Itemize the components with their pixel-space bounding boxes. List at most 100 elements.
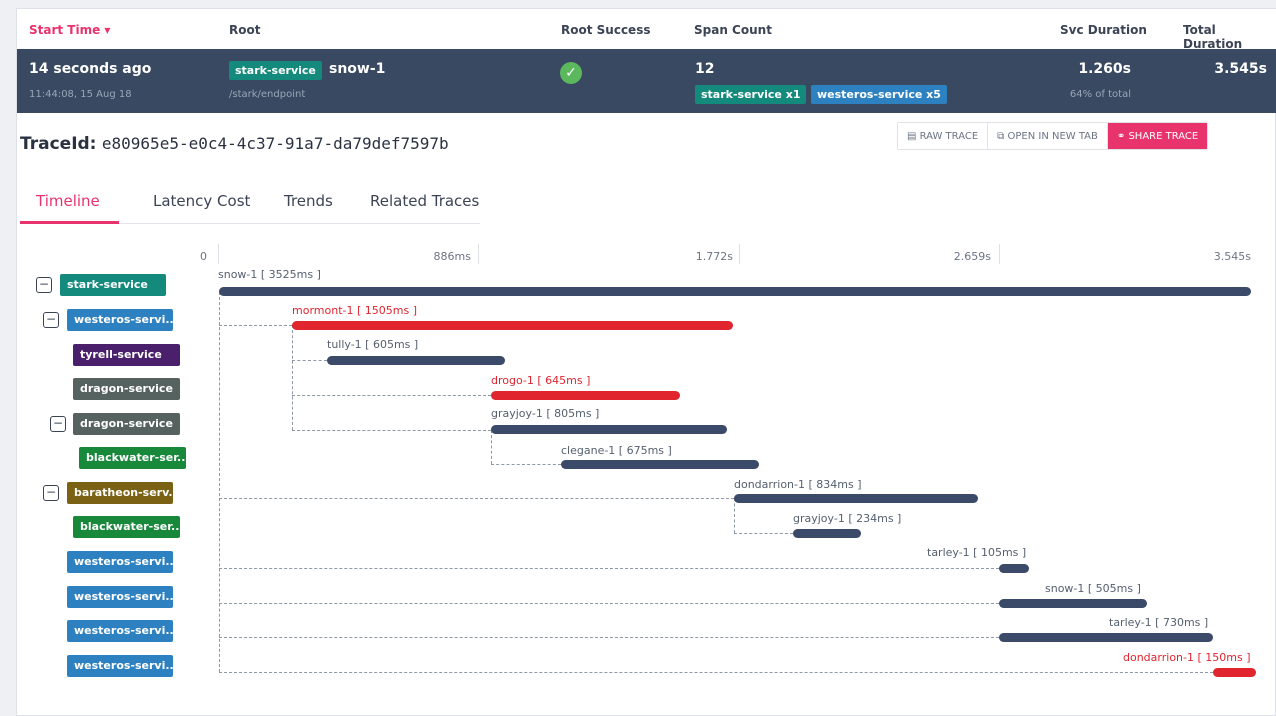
span-label: tarley-1 [ 730ms ]: [1109, 616, 1209, 629]
service-tag[interactable]: stark-service: [60, 274, 166, 296]
span-connector: [491, 430, 492, 464]
svc-duration: 1.260s: [1078, 61, 1131, 77]
total-duration-header: Total Duration: [1183, 23, 1243, 51]
service-tag[interactable]: westeros-servi...: [67, 655, 173, 677]
service-tag[interactable]: westeros-servi...: [67, 620, 173, 642]
span-bar[interactable]: [793, 529, 861, 538]
root-service-tag: stark-service: [229, 61, 322, 80]
link-icon: ⚭: [1116, 131, 1129, 142]
collapse-icon[interactable]: −: [43, 485, 59, 501]
collapse-icon[interactable]: −: [36, 277, 52, 293]
tab-trends[interactable]: Trends: [284, 192, 333, 210]
trace-detail-panel: Start Time ▾ Root Root Success Span Coun…: [16, 8, 1276, 716]
service-tag[interactable]: baratheon-serv...: [67, 482, 173, 504]
span-bar[interactable]: [219, 287, 1251, 296]
svc-percent: 64% of total: [1069, 89, 1131, 100]
share-trace-label: SHARE TRACE: [1128, 131, 1199, 142]
trace-id-value: e80965e5-e0c4-4c37-91a7-da79def7597b: [101, 134, 449, 153]
service-tag[interactable]: dragon-service: [73, 378, 180, 400]
span-bar[interactable]: [1213, 668, 1256, 677]
span-connector: [219, 637, 999, 638]
service-count-tag: westeros-service x5: [811, 85, 947, 104]
span-label: grayjoy-1 [ 234ms ]: [793, 512, 902, 525]
span-bar[interactable]: [491, 391, 680, 400]
ruler-label: 1.772s: [695, 250, 733, 263]
span-connector: [292, 395, 491, 396]
span-bar[interactable]: [561, 460, 759, 469]
span-bar[interactable]: [999, 564, 1029, 573]
span-bar[interactable]: [999, 633, 1213, 642]
service-tag[interactable]: westeros-servi...: [67, 586, 173, 608]
raw-trace-button[interactable]: ▤ RAW TRACE: [898, 123, 989, 149]
service-tag[interactable]: dragon-service: [73, 413, 180, 435]
tab-latency-cost[interactable]: Latency Cost: [153, 192, 250, 210]
span-label: mormont-1 [ 1505ms ]: [292, 304, 417, 317]
span-connector: [219, 603, 999, 604]
span-connector: [219, 498, 734, 499]
database-icon: ▤: [907, 131, 920, 142]
span-label: snow-1 [ 3525ms ]: [218, 268, 321, 281]
span-bar[interactable]: [292, 321, 733, 330]
trace-actions: ▤ RAW TRACE ⧉ OPEN IN NEW TAB ⚭ SHARE TR…: [897, 122, 1209, 150]
span-count: 12: [695, 61, 715, 77]
collapse-icon[interactable]: −: [43, 312, 59, 328]
span-label: drogo-1 [ 645ms ]: [491, 374, 591, 387]
ruler-label: 886ms: [433, 250, 471, 263]
span-label: clegane-1 [ 675ms ]: [561, 444, 672, 457]
start-time-sort-header[interactable]: Start Time ▾: [29, 23, 110, 37]
open-new-tab-button[interactable]: ⧉ OPEN IN NEW TAB: [988, 123, 1108, 149]
span-bar[interactable]: [327, 356, 505, 365]
span-label: dondarrion-1 [ 150ms ]: [1123, 651, 1251, 664]
active-tab-underline: [20, 221, 119, 224]
ruler-tick: [478, 244, 479, 264]
service-tag[interactable]: blackwater-ser...: [79, 447, 186, 469]
span-count-header: Span Count: [694, 23, 772, 37]
service-tag[interactable]: blackwater-ser...: [73, 516, 180, 538]
span-connector: [219, 568, 999, 569]
open-new-tab-label: OPEN IN NEW TAB: [1007, 131, 1098, 142]
service-count-tag: stark-service x1: [695, 85, 807, 104]
span-label: tully-1 [ 605ms ]: [327, 338, 419, 351]
service-tag[interactable]: westeros-servi...: [67, 309, 173, 331]
span-connector: [292, 325, 293, 430]
span-label: grayjoy-1 [ 805ms ]: [491, 407, 600, 420]
table-header: Start Time ▾ Root Root Success Span Coun…: [17, 9, 1276, 51]
span-label: snow-1 [ 505ms ]: [1045, 582, 1141, 595]
span-bar[interactable]: [999, 599, 1147, 608]
trace-summary-row[interactable]: 14 seconds ago 11:44:08, 15 Aug 18 stark…: [17, 49, 1276, 113]
span-bar[interactable]: [491, 425, 727, 434]
ruler-label: 3.545s: [1213, 250, 1251, 263]
collapse-icon[interactable]: −: [50, 416, 66, 432]
check-icon: ✓: [560, 62, 582, 84]
span-bar[interactable]: [734, 494, 978, 503]
tab-related-traces[interactable]: Related Traces: [370, 192, 479, 210]
span-connector: [734, 533, 793, 534]
span-label: dondarrion-1 [ 834ms ]: [734, 478, 862, 491]
service-tag[interactable]: tyrell-service: [73, 344, 180, 366]
span-connector: [734, 498, 735, 533]
trace-id-label: TraceId:: [20, 134, 97, 154]
root-header: Root: [229, 23, 261, 37]
svc-duration-header: Svc Duration: [1060, 23, 1147, 37]
share-trace-button[interactable]: ⚭ SHARE TRACE: [1107, 123, 1208, 149]
tab-timeline[interactable]: Timeline: [36, 192, 100, 210]
span-label: tarley-1 [ 105ms ]: [927, 546, 1027, 559]
span-connector: [219, 292, 220, 672]
service-tag[interactable]: westeros-servi...: [67, 551, 173, 573]
span-connector: [219, 325, 292, 326]
timestamp: 11:44:08, 15 Aug 18: [29, 89, 132, 100]
external-link-icon: ⧉: [997, 131, 1008, 142]
span-connector: [491, 464, 561, 465]
ruler-tick: [218, 244, 219, 264]
trace-id: TraceId: e80965e5-e0c4-4c37-91a7-da79def…: [20, 134, 449, 154]
ruler-tick: [739, 244, 740, 264]
span-connector: [219, 672, 1213, 673]
trace-tabs: Timeline Latency Cost Trends Related Tra…: [20, 188, 480, 224]
root-span-name: snow-1: [329, 61, 386, 77]
raw-trace-label: RAW TRACE: [919, 131, 979, 142]
span-connector: [292, 360, 327, 361]
root-success-header: Root Success: [561, 23, 651, 37]
total-duration: 3.545s: [1214, 61, 1267, 77]
ruler-label: 2.659s: [953, 250, 991, 263]
ruler-label: 0: [200, 250, 207, 263]
